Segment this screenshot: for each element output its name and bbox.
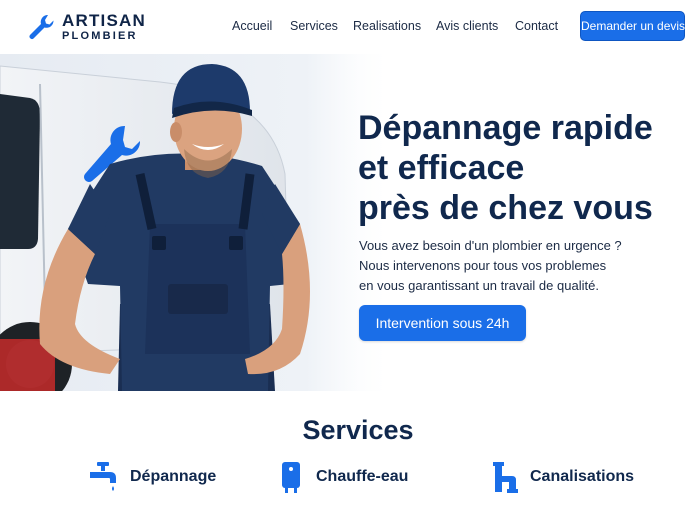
nav-link-accueil[interactable]: Accueil (232, 19, 272, 33)
logo-subtitle: PLOMBIER (62, 30, 138, 42)
nav-link-avis-clients[interactable]: Avis clients (436, 19, 498, 33)
logo[interactable]: ARTISAN PLOMBIER (26, 12, 146, 42)
pipe-icon (493, 462, 518, 493)
site-header: ARTISAN PLOMBIER Accueil Services Realis… (0, 0, 700, 54)
nav-link-realisations[interactable]: Realisations (353, 19, 421, 33)
services-title: Services (302, 415, 414, 445)
service-item-canalisations[interactable]: Canalisations (492, 460, 634, 494)
hero-description-line: Nous intervenons pour tous vos problemes (359, 258, 607, 273)
hero-section: Dépannage rapide et efficace près de che… (0, 54, 700, 391)
service-label: Dépannage (130, 468, 217, 485)
service-label: Canalisations (530, 468, 635, 485)
faucet-icon (90, 462, 116, 491)
hero-title-line: et efficace (358, 149, 525, 187)
hero-description-line: en vous garantissant un travail de quali… (359, 278, 599, 293)
water-heater-icon (282, 462, 300, 493)
services-section: Services Dépannage Chauffe-eau Canalisat… (0, 391, 700, 514)
intervention-button[interactable]: Intervention sous 24h (359, 305, 526, 341)
hero-title: Dépannage rapide et efficace près de che… (358, 108, 688, 228)
nav-link-contact[interactable]: Contact (515, 19, 558, 33)
service-label: Chauffe-eau (316, 468, 409, 485)
hero-title-line: près de chez vous (358, 189, 653, 227)
nav-link-services[interactable]: Services (290, 19, 338, 33)
hero-description: Vous avez besoin d'un plombier en urgenc… (359, 236, 659, 296)
logo-title: ARTISAN (62, 11, 146, 30)
service-item-depannage[interactable]: Dépannage (88, 460, 216, 494)
wrench-icon (29, 14, 54, 39)
plumber-photo (0, 54, 360, 391)
hero-title-line: Dépannage rapide (358, 109, 653, 147)
request-quote-button[interactable]: Demander un devis (580, 11, 685, 41)
service-item-chauffe-eau[interactable]: Chauffe-eau (280, 460, 408, 494)
hero-description-line: Vous avez besoin d'un plombier en urgenc… (359, 238, 622, 253)
